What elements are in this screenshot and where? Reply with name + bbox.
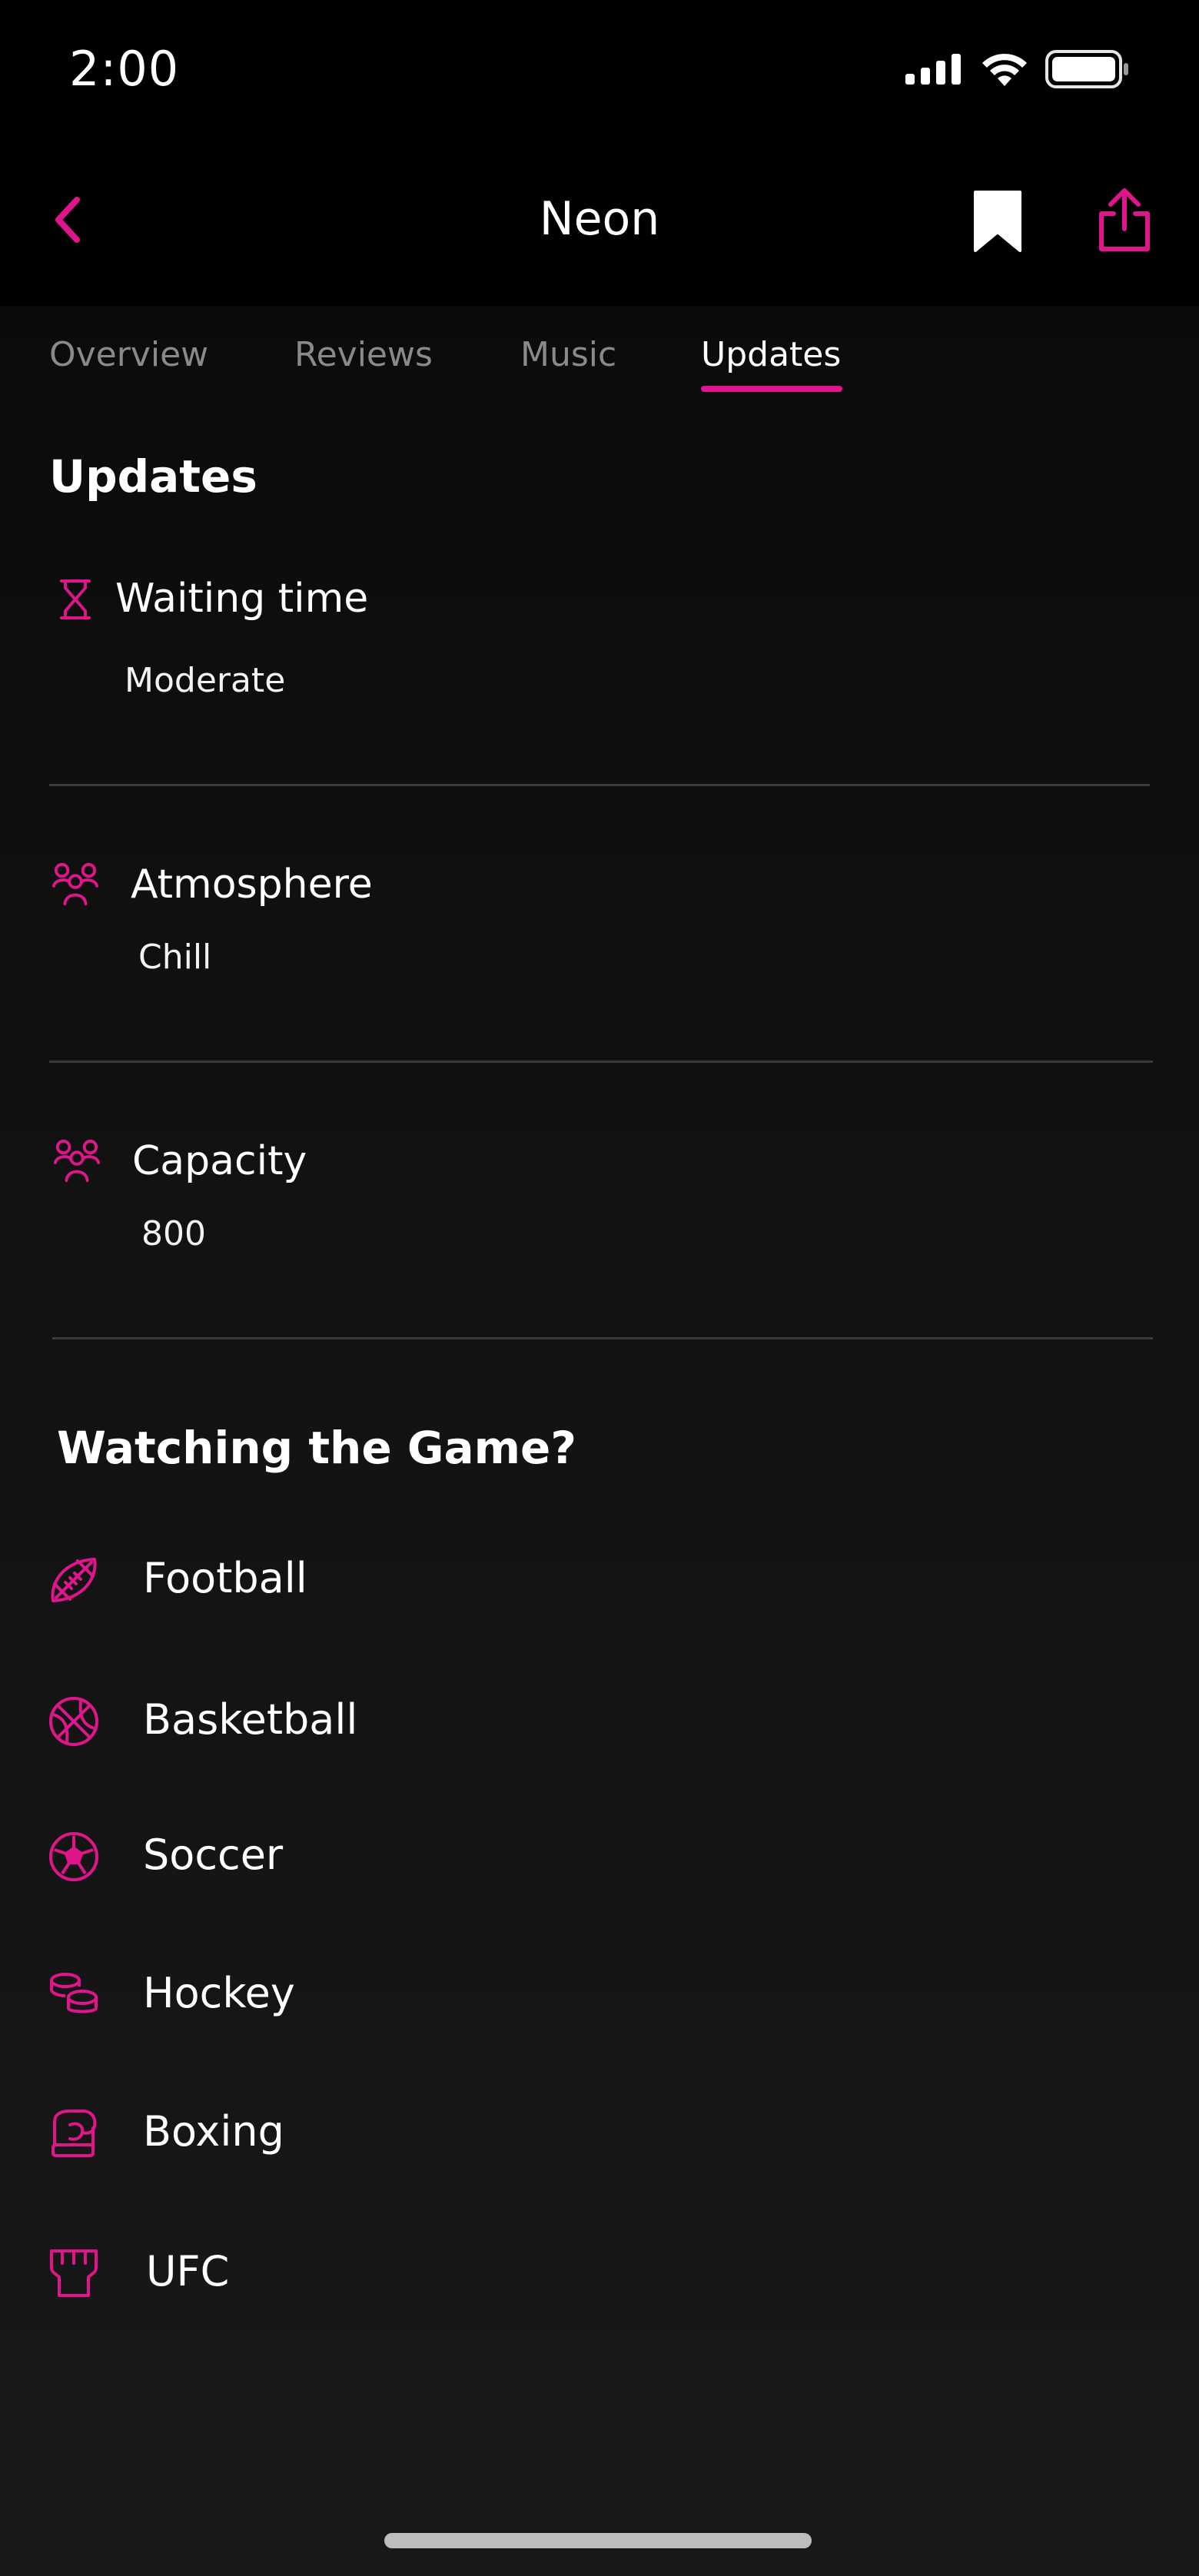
updates-heading: Updates xyxy=(49,450,257,503)
home-indicator[interactable] xyxy=(384,2533,812,2548)
ufc-glove-icon xyxy=(46,2246,101,2301)
sport-label: Basketball xyxy=(143,1695,358,1744)
hourglass-icon xyxy=(52,576,98,622)
page-title: Neon xyxy=(539,192,660,246)
capacity-value: 800 xyxy=(141,1214,206,1253)
status-icons xyxy=(905,48,1130,91)
sport-item-football[interactable]: Football xyxy=(46,1531,1153,1623)
waiting-time-value: Moderate xyxy=(125,661,286,700)
cellular-signal-icon xyxy=(905,54,964,85)
sport-label: Boxing xyxy=(143,2107,284,2156)
sport-label: UFC xyxy=(146,2247,230,2295)
people-group-icon xyxy=(52,861,98,907)
tab-updates[interactable]: Updates xyxy=(701,330,841,380)
sport-item-basketball[interactable]: Basketball xyxy=(46,1672,1153,1764)
hockey-puck-icon xyxy=(46,1967,101,2023)
soccer-ball-icon xyxy=(46,1829,101,1884)
football-icon xyxy=(46,1552,101,1608)
status-time: 2:00 xyxy=(69,41,180,97)
active-tab-indicator xyxy=(701,386,842,392)
divider xyxy=(52,1337,1153,1339)
people-group-icon xyxy=(54,1137,100,1183)
sport-item-hockey[interactable]: Hockey xyxy=(46,1946,1153,2038)
divider xyxy=(49,1061,1153,1063)
capacity-label: Capacity xyxy=(132,1138,307,1184)
battery-icon xyxy=(1045,50,1130,88)
tab-bar: Overview Reviews Music Updates xyxy=(0,306,1199,406)
sport-label: Football xyxy=(143,1554,307,1602)
waiting-time-label: Waiting time xyxy=(115,576,369,622)
chevron-left-icon xyxy=(52,195,83,244)
boxing-glove-icon xyxy=(46,2106,101,2161)
share-button[interactable] xyxy=(1090,181,1159,258)
share-icon xyxy=(1095,188,1154,252)
wifi-icon xyxy=(981,52,1028,86)
sport-item-soccer[interactable]: Soccer xyxy=(46,1808,1153,1900)
screen: 2:00 Neon Overview Reviews Music Updates… xyxy=(0,0,1199,2576)
basketball-icon xyxy=(46,1694,101,1749)
tab-overview[interactable]: Overview xyxy=(49,330,208,380)
atmosphere-value: Chill xyxy=(138,938,212,977)
top-bar: 2:00 Neon xyxy=(0,0,1199,306)
tab-reviews[interactable]: Reviews xyxy=(294,330,433,380)
bookmark-icon xyxy=(972,189,1023,254)
divider xyxy=(49,784,1150,786)
back-button[interactable] xyxy=(45,181,91,258)
watching-game-heading: Watching the Game? xyxy=(57,1422,577,1474)
atmosphere-label: Atmosphere xyxy=(131,861,373,908)
tab-music[interactable]: Music xyxy=(520,330,616,380)
sport-item-boxing[interactable]: Boxing xyxy=(46,2084,1153,2176)
sport-label: Soccer xyxy=(143,1831,284,1879)
sport-item-ufc[interactable]: UFC xyxy=(46,2224,1153,2316)
bookmark-button[interactable] xyxy=(967,184,1028,258)
sport-label: Hockey xyxy=(143,1969,295,2017)
